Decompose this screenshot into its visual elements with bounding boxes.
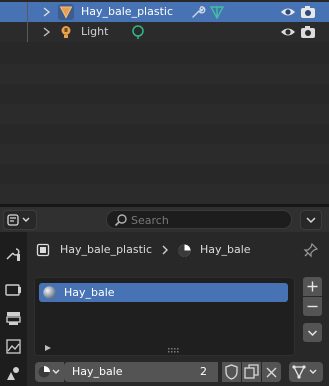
- user-count-value: 2: [200, 365, 207, 378]
- material-breadcrumb-icon: [177, 243, 192, 261]
- wrench-modifier-icon[interactable]: [190, 4, 206, 20]
- outliner-stripe: [0, 184, 329, 204]
- tab-tool[interactable]: [3, 244, 24, 265]
- outliner-stripe: [0, 64, 329, 84]
- search-icon: [114, 213, 128, 230]
- breadcrumb-object: Hay_bale_plastic: [60, 243, 152, 256]
- fake-user-button[interactable]: [222, 362, 241, 382]
- outliner-stripe: [0, 164, 329, 184]
- object-breadcrumb-icon: [36, 243, 50, 260]
- light-data-icon[interactable]: [130, 24, 146, 40]
- outliner-row-label: Hay_bale_plastic: [81, 5, 173, 18]
- expand-chevron-icon[interactable]: [41, 5, 53, 19]
- material-name-field[interactable]: Hay_bale: [64, 362, 197, 382]
- user-count-field[interactable]: 2: [197, 362, 218, 382]
- breadcrumb-material: Hay_bale: [200, 243, 251, 256]
- properties-tab-strip: [0, 232, 27, 386]
- search-input[interactable]: [131, 212, 281, 228]
- material-name-value: Hay_bale: [72, 365, 123, 378]
- outliner-panel: Hay_bale_plastic Light: [0, 0, 329, 204]
- eye-visibility-icon[interactable]: [280, 24, 296, 40]
- editor-type-button[interactable]: [3, 210, 37, 230]
- search-field[interactable]: [106, 210, 292, 229]
- add-slot-button[interactable]: [303, 277, 322, 296]
- camera-render-icon[interactable]: [300, 4, 316, 20]
- pin-icon[interactable]: [303, 242, 319, 261]
- tab-output[interactable]: [3, 308, 24, 329]
- outliner-stripe: [0, 104, 329, 124]
- mesh-data-icon[interactable]: [209, 4, 225, 20]
- mesh-object-icon: [57, 3, 75, 21]
- outliner-stripe: [0, 144, 329, 164]
- outliner-row-label: Light: [81, 25, 109, 38]
- duplicate-material-button[interactable]: [242, 362, 261, 382]
- outliner-row-light[interactable]: Light: [0, 22, 329, 42]
- options-dropdown-button[interactable]: [300, 210, 322, 230]
- properties-header: [0, 207, 329, 232]
- material-slot-item[interactable]: Hay_bale: [39, 283, 288, 302]
- tree-line: [27, 2, 28, 22]
- tab-view-layer[interactable]: [3, 336, 24, 357]
- unlink-material-button[interactable]: [262, 362, 281, 382]
- remove-slot-button[interactable]: [303, 297, 322, 316]
- tab-scene[interactable]: [3, 363, 24, 384]
- outliner-stripe: [0, 84, 329, 104]
- material-sphere-icon: [42, 285, 57, 303]
- resize-grip-icon[interactable]: [168, 344, 180, 357]
- eye-visibility-icon[interactable]: [280, 4, 296, 20]
- breadcrumb-separator-icon: [160, 244, 170, 259]
- browse-material-button[interactable]: [35, 362, 64, 382]
- link-mode-dropdown[interactable]: [289, 362, 323, 382]
- light-object-icon: [57, 23, 75, 41]
- tree-line: [27, 22, 28, 42]
- outliner-row-hay-bale-plastic[interactable]: Hay_bale_plastic: [0, 2, 329, 22]
- material-slot-label: Hay_bale: [64, 286, 115, 299]
- expand-chevron-icon[interactable]: [41, 25, 53, 39]
- tab-render[interactable]: [3, 279, 24, 300]
- slot-specials-menu-button[interactable]: [303, 323, 322, 342]
- outliner-stripe: [0, 44, 329, 64]
- camera-render-icon[interactable]: [300, 24, 316, 40]
- expand-triangle-icon[interactable]: [44, 342, 52, 355]
- outliner-stripe: [0, 124, 329, 144]
